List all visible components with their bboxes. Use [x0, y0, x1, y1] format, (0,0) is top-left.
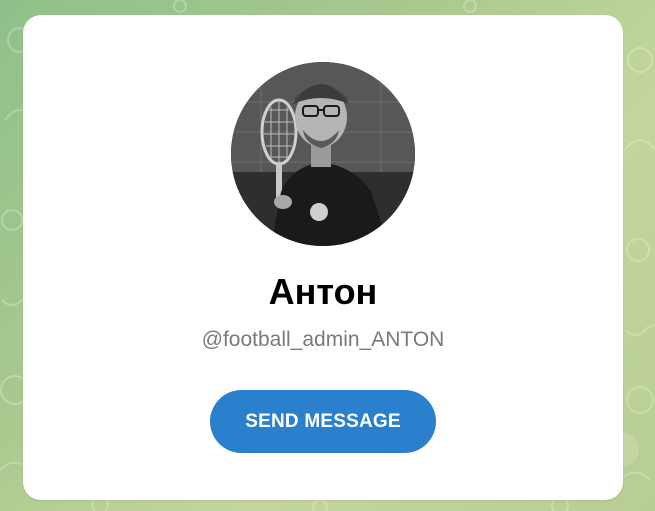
- send-message-button[interactable]: SEND MESSAGE: [210, 390, 436, 453]
- profile-name: Антон: [268, 271, 378, 312]
- profile-avatar[interactable]: [231, 62, 415, 246]
- profile-photo-icon: [231, 62, 415, 246]
- profile-username: @football_admin_ANTON: [201, 328, 445, 351]
- profile-card: Антон @football_admin_ANTON SEND MESSAGE: [23, 15, 623, 500]
